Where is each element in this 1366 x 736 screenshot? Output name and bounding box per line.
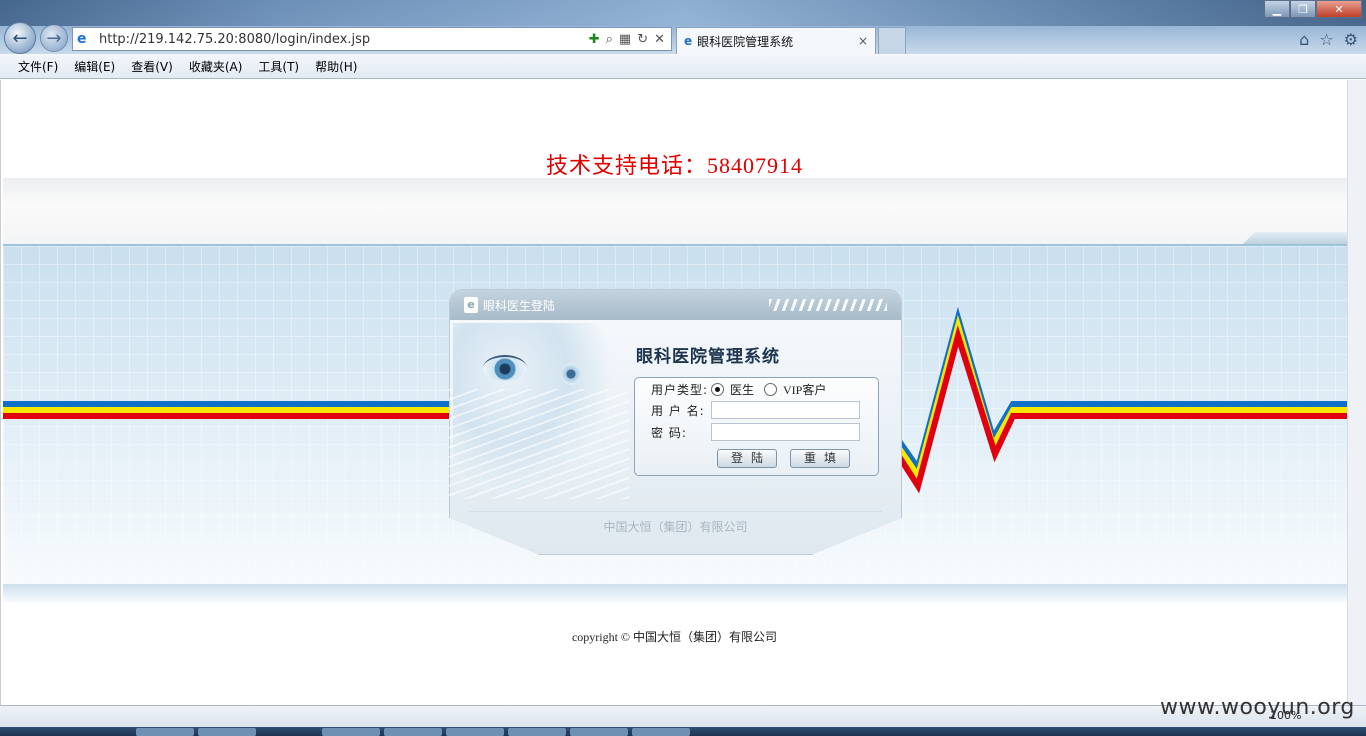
eye-icon-secondary — [561, 363, 581, 385]
header-stripes — [769, 299, 887, 311]
taskbar — [0, 727, 1366, 736]
tab-ie-icon: e — [684, 34, 693, 48]
compat-icon[interactable]: ✚ — [589, 32, 600, 47]
username-row: 用 户 名: — [651, 401, 860, 419]
login-form: 用户类型: 医生 VIP客户 用 户 名: 密 码: 登陆 重填 — [634, 377, 879, 476]
login-button[interactable]: 登陆 — [717, 449, 777, 468]
new-tab-button[interactable] — [878, 27, 906, 54]
taskbar-item[interactable] — [508, 728, 566, 736]
vertical-scrollbar[interactable] — [1347, 80, 1366, 705]
maximize-icon[interactable]: ❐ — [1290, 0, 1316, 18]
login-panel: e 眼科医生登陆 眼科医院管理系统 用户类型: 医生 VIP客户 用 户 名: … — [449, 289, 902, 555]
tab-active[interactable]: e 眼科医院管理系统 × — [676, 27, 876, 54]
option-doctor-label: 医生 — [730, 383, 755, 397]
user-type-label: 用户类型: — [651, 383, 709, 397]
menu-tools[interactable]: 工具(T) — [258, 58, 299, 75]
title-bar-background — [0, 0, 1366, 26]
menu-view[interactable]: 查看(V) — [131, 58, 173, 75]
option-vip-label: VIP客户 — [783, 383, 827, 397]
wave-decoration — [449, 389, 629, 499]
eye-icon — [483, 355, 527, 381]
header-band-tab — [1243, 232, 1348, 244]
address-tools: ✚ ⌕ ▦ ↻ ✕ — [589, 32, 665, 47]
browser-chrome: ← → e http://219.142.75.20:8080/login/in… — [0, 0, 1366, 54]
compatibility-view-icon[interactable]: ▦ — [619, 32, 631, 47]
username-input[interactable] — [711, 401, 860, 419]
taskbar-item[interactable] — [322, 728, 380, 736]
toolbar-icons: ⌂ ☆ ⚙ — [1299, 30, 1358, 49]
settings-gear-icon[interactable]: ⚙ — [1344, 30, 1358, 49]
support-hotline: 技术支持电话：58407914 — [545, 153, 803, 178]
password-row: 密 码: — [651, 423, 860, 441]
tab-title: 眼科医院管理系统 — [697, 34, 794, 49]
refresh-icon[interactable]: ↻ — [637, 32, 648, 47]
favorites-star-icon[interactable]: ☆ — [1319, 30, 1333, 49]
menu-favorites[interactable]: 收藏夹(A) — [189, 58, 243, 75]
watermark: www.wooyun.org — [1160, 695, 1355, 720]
reset-button[interactable]: 重填 — [790, 449, 850, 468]
home-icon[interactable]: ⌂ — [1299, 30, 1309, 49]
header-band — [3, 178, 1348, 244]
password-input[interactable] — [711, 423, 860, 441]
back-button[interactable]: ← — [4, 22, 36, 54]
menu-help[interactable]: 帮助(H) — [315, 58, 357, 75]
address-bar[interactable]: e http://219.142.75.20:8080/login/index.… — [72, 27, 672, 51]
menu-bar: 文件(F) 编辑(E) 查看(V) 收藏夹(A) 工具(T) 帮助(H) — [0, 54, 1366, 79]
radio-vip[interactable] — [764, 383, 778, 396]
system-title: 眼科医院管理系统 — [636, 347, 780, 366]
user-type-row: 用户类型: 医生 VIP客户 — [651, 381, 836, 398]
taskbar-item[interactable] — [570, 728, 628, 736]
tab-close-icon[interactable]: × — [858, 34, 868, 48]
copyright-text: copyright © 中国大恒（集团）有限公司 — [571, 630, 778, 644]
login-panel-header: e 眼科医生登陆 — [450, 290, 901, 320]
forward-button[interactable]: → — [40, 24, 68, 52]
menu-file[interactable]: 文件(F) — [18, 58, 58, 75]
option-doctor[interactable]: 医生 — [711, 381, 754, 398]
taskbar-item[interactable] — [198, 728, 256, 736]
panel-divider — [469, 511, 882, 512]
menu-edit[interactable]: 编辑(E) — [74, 58, 115, 75]
window-controls: ▁ ❐ ✕ — [1264, 0, 1362, 18]
login-panel-title: 眼科医生登陆 — [483, 298, 556, 313]
search-icon[interactable]: ⌕ — [606, 32, 613, 47]
minimize-icon[interactable]: ▁ — [1264, 0, 1290, 18]
page-content: 技术支持电话：58407914 copyright © 中国大恒（集团）有限公司… — [0, 80, 1366, 705]
footer-band — [3, 584, 1348, 602]
radio-doctor[interactable] — [711, 383, 724, 396]
taskbar-item[interactable] — [632, 728, 690, 736]
ie-page-icon: e — [77, 31, 87, 47]
address-url[interactable]: http://219.142.75.20:8080/login/index.js… — [99, 32, 589, 47]
option-vip[interactable]: VIP客户 — [764, 381, 826, 398]
taskbar-item[interactable] — [446, 728, 504, 736]
company-name: 中国大恒（集团）有限公司 — [603, 520, 748, 534]
username-label: 用 户 名: — [651, 403, 705, 418]
taskbar-item[interactable] — [384, 728, 442, 736]
page-icon: e — [464, 297, 478, 313]
stop-icon[interactable]: ✕ — [654, 32, 665, 47]
close-window-icon[interactable]: ✕ — [1316, 0, 1362, 18]
password-label: 密 码: — [651, 425, 687, 440]
taskbar-item[interactable] — [136, 728, 194, 736]
